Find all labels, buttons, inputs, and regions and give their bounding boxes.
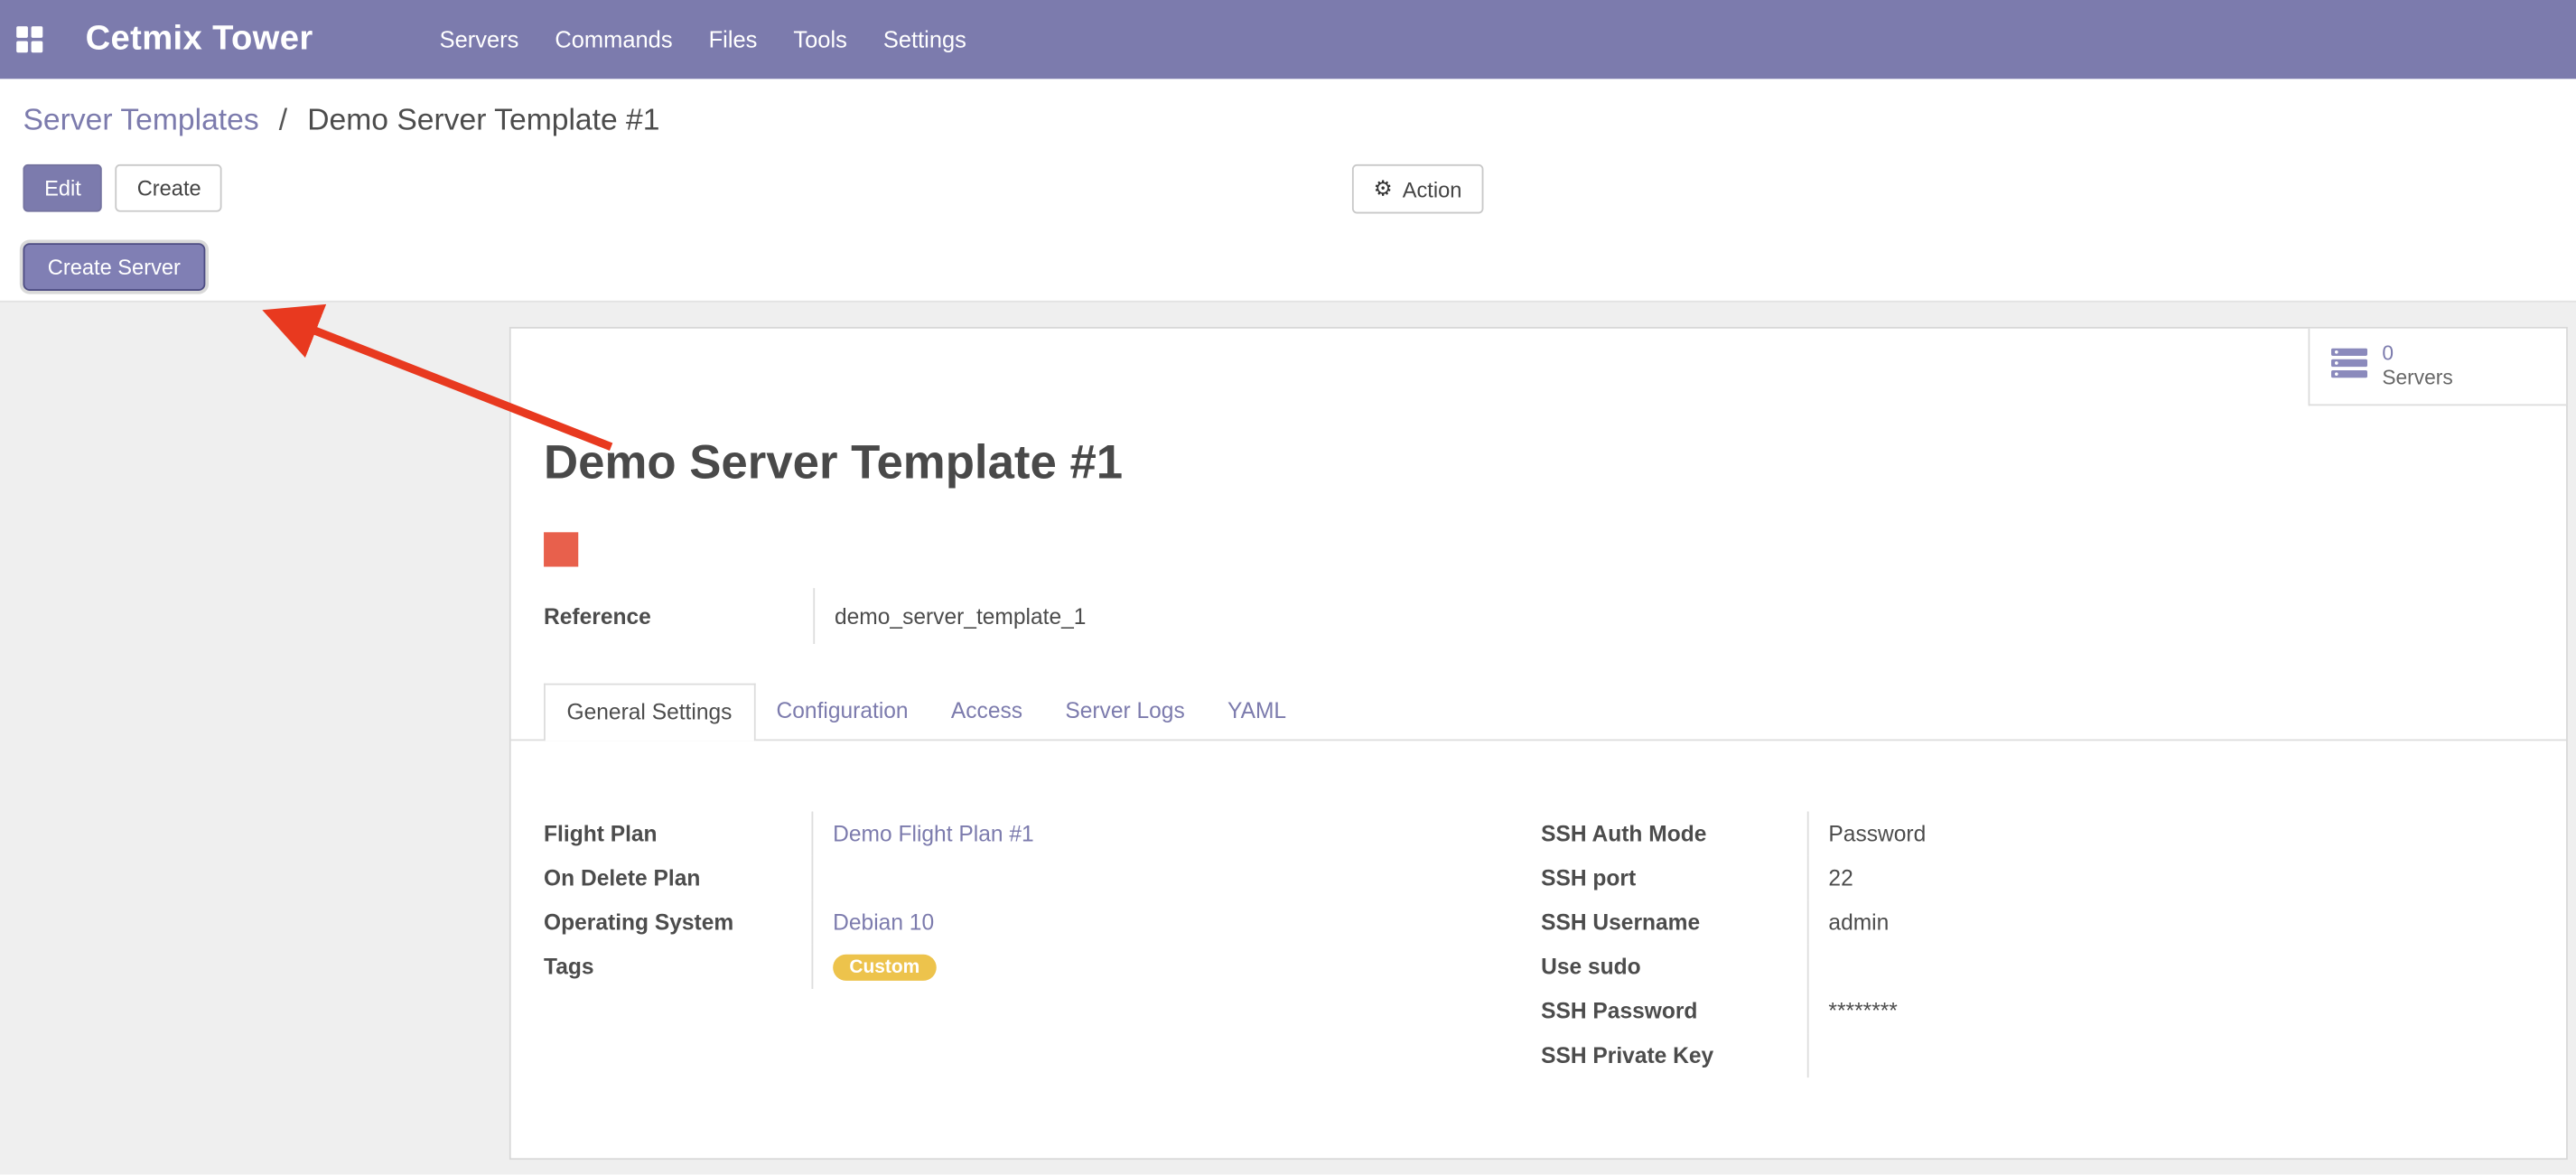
breadcrumb-server-templates[interactable]: Server Templates — [23, 102, 258, 136]
brand-title[interactable]: Cetmix Tower — [86, 20, 313, 60]
apps-icon-square — [32, 26, 43, 38]
ssh-port-label: SSH port — [1541, 856, 1808, 900]
ssh-port-value: 22 — [1809, 856, 2335, 900]
gear-icon: ⚙ — [1374, 176, 1393, 202]
tab-server-logs[interactable]: Server Logs — [1044, 684, 1207, 740]
edit-button[interactable]: Edit — [23, 164, 102, 212]
tab-configuration[interactable]: Configuration — [755, 684, 929, 740]
server-stack-icon — [2331, 348, 2367, 386]
page: Cetmix Tower Servers Commands Files Tool… — [0, 0, 2576, 1174]
reference-value: demo_server_template_1 — [813, 588, 1086, 644]
apps-icon-square — [16, 26, 28, 38]
ssh-private-key-label: SSH Private Key — [1541, 1033, 1808, 1077]
record-title: Demo Server Template #1 — [544, 437, 1123, 491]
color-swatch[interactable] — [544, 532, 578, 566]
tags-label: Tags — [544, 945, 813, 989]
apps-menu-icon[interactable] — [16, 26, 42, 52]
on-delete-plan-value — [813, 856, 1437, 900]
reference-field: Reference demo_server_template_1 — [544, 588, 1086, 644]
field-group-right: SSH Auth Mode Password SSH port 22 SSH U… — [1541, 812, 2335, 1078]
flight-plan-value[interactable]: Demo Flight Plan #1 — [833, 821, 1033, 845]
create-server-button[interactable]: Create Server — [23, 243, 205, 291]
tab-general-settings[interactable]: General Settings — [544, 684, 755, 741]
operating-system-label: Operating System — [544, 900, 813, 945]
form-sheet: 0 Servers Demo Server Template #1 Refere… — [509, 327, 2568, 1160]
operating-system-value[interactable]: Debian 10 — [833, 910, 934, 935]
top-navbar: Cetmix Tower Servers Commands Files Tool… — [0, 0, 2576, 79]
nav-commands[interactable]: Commands — [537, 0, 690, 79]
breadcrumb-separator: / — [279, 102, 287, 136]
servers-label: Servers — [2382, 367, 2452, 391]
use-sudo-value — [1809, 945, 2335, 989]
nav-files[interactable]: Files — [691, 0, 776, 79]
tab-yaml[interactable]: YAML — [1206, 684, 1307, 740]
action-button-label: Action — [1403, 177, 1462, 201]
servers-stat-button[interactable]: 0 Servers — [2309, 329, 2567, 406]
servers-stat-text: 0 Servers — [2382, 341, 2452, 391]
ssh-password-value: ******** — [1809, 989, 2335, 1033]
field-group-left: Flight Plan Demo Flight Plan #1 On Delet… — [544, 812, 1437, 989]
main-menu: Servers Commands Files Tools Settings — [422, 0, 985, 79]
flight-plan-label: Flight Plan — [544, 812, 813, 856]
nav-servers[interactable]: Servers — [422, 0, 537, 79]
servers-count: 0 — [2382, 341, 2452, 366]
action-button[interactable]: ⚙ Action — [1352, 164, 1483, 214]
ssh-password-label: SSH Password — [1541, 989, 1808, 1033]
tab-access[interactable]: Access — [929, 684, 1043, 740]
ssh-auth-mode-label: SSH Auth Mode — [1541, 812, 1808, 856]
nav-tools[interactable]: Tools — [775, 0, 864, 79]
content-background: 0 Servers Demo Server Template #1 Refere… — [0, 301, 2576, 1175]
apps-icon-square — [16, 41, 28, 52]
use-sudo-label: Use sudo — [1541, 945, 1808, 989]
breadcrumb: Server Templates / Demo Server Template … — [23, 102, 659, 138]
ssh-username-value: admin — [1809, 900, 2335, 945]
control-panel-buttons: Edit Create — [23, 164, 222, 212]
create-button[interactable]: Create — [116, 164, 222, 212]
reference-label: Reference — [544, 588, 813, 644]
nav-settings[interactable]: Settings — [865, 0, 985, 79]
tag-custom[interactable]: Custom — [833, 954, 936, 980]
on-delete-plan-label: On Delete Plan — [544, 856, 813, 900]
ssh-private-key-value — [1809, 1033, 2335, 1077]
ssh-auth-mode-value: Password — [1809, 812, 2335, 856]
notebook-tabs: General Settings Configuration Access Se… — [511, 684, 2566, 741]
apps-icon-square — [32, 41, 43, 52]
breadcrumb-current: Demo Server Template #1 — [307, 102, 659, 136]
ssh-username-label: SSH Username — [1541, 900, 1808, 945]
